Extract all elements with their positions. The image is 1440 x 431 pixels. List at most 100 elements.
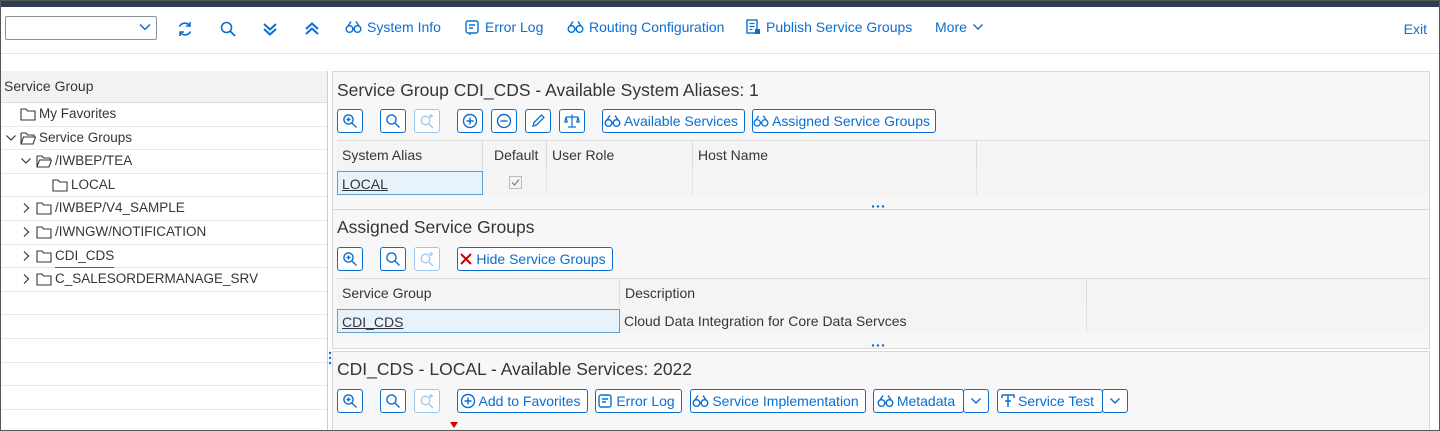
metadata-button[interactable]: Metadata [873, 389, 964, 413]
collapse-all-icon[interactable] [301, 18, 323, 40]
zoom-in-icon [343, 252, 357, 266]
metadata-label: Metadata [896, 393, 956, 409]
chevron-down-icon [971, 398, 981, 404]
routing-config-label: Routing Configuration [589, 19, 725, 35]
column-header-user-role[interactable]: User Role [547, 141, 693, 170]
column-header-host-name[interactable]: Host Name [693, 141, 977, 170]
folder-icon [36, 202, 52, 215]
zoom-in-button[interactable] [337, 389, 363, 413]
column-header-description[interactable]: Description [620, 279, 1087, 308]
description-cell: Cloud Data Integration for Core Data Ser… [620, 309, 1087, 333]
system-info-button[interactable]: System Info [345, 19, 441, 35]
search-next-button[interactable] [414, 247, 440, 271]
tree-item-my-favorites[interactable]: My Favorites [1, 103, 327, 127]
error-log-button[interactable]: Error Log [464, 19, 543, 35]
system-alias-link[interactable]: LOCAL [342, 176, 388, 192]
binoculars-icon [345, 21, 362, 33]
system-aliases-title: Service Group CDI_CDS - Available System… [337, 80, 759, 100]
tree-item-label: C_SALESORDERMANAGE_SRV [55, 271, 259, 287]
chevron-right-icon[interactable] [20, 250, 32, 262]
more-menu-button[interactable]: More [935, 19, 984, 35]
checkbox-checked-icon [509, 176, 522, 189]
tree-item-cdi-cds[interactable]: CDI_CDS [1, 245, 327, 269]
service-group-tree: Service Group My Favorites Service Group… [1, 71, 328, 430]
chevron-right-icon[interactable] [20, 226, 32, 238]
splitter-handle[interactable] [871, 344, 885, 347]
tree-empty-row [1, 410, 327, 430]
binoculars-icon [604, 115, 621, 127]
service-test-icon [1001, 394, 1015, 407]
details-panel: Service Group CDI_CDS - Available System… [332, 71, 1430, 430]
search-button[interactable] [380, 247, 406, 271]
service-implementation-button[interactable]: Service Implementation [690, 389, 866, 413]
assigned-service-groups-label: Assigned Service Groups [772, 113, 930, 129]
tree-item-local[interactable]: LOCAL [1, 174, 327, 198]
tree-item-c-salesordermanage-srv[interactable]: C_SALESORDERMANAGE_SRV [1, 268, 327, 292]
host-name-cell [693, 171, 977, 195]
table-row[interactable]: LOCAL [337, 171, 483, 195]
folder-icon [20, 108, 36, 121]
zoom-in-button[interactable] [337, 247, 363, 271]
chevron-down-icon[interactable] [5, 132, 17, 144]
expand-all-icon[interactable] [259, 18, 281, 40]
assigned-service-groups-title: Assigned Service Groups [337, 217, 535, 237]
search-icon[interactable] [217, 18, 239, 40]
assigned-service-groups-button[interactable]: Assigned Service Groups [752, 109, 936, 133]
chevron-right-icon[interactable] [20, 202, 32, 214]
chevron-down-icon[interactable] [20, 155, 32, 167]
refresh-icon[interactable] [174, 18, 196, 40]
service-test-button[interactable]: Service Test [997, 389, 1103, 413]
system-aliases-section: Service Group CDI_CDS - Available System… [332, 71, 1430, 210]
tree-item-service-groups[interactable]: Service Groups [1, 127, 327, 151]
available-services-button[interactable]: Available Services [602, 109, 745, 133]
column-header-default[interactable]: Default [483, 141, 547, 170]
routing-config-button[interactable]: Routing Configuration [567, 19, 724, 35]
service-group-link[interactable]: CDI_CDS [342, 314, 403, 330]
hide-service-groups-label: Hide Service Groups [476, 251, 606, 267]
command-field[interactable] [5, 16, 157, 40]
system-info-label: System Info [367, 19, 441, 35]
column-header-service-group[interactable]: Service Group [337, 279, 620, 308]
exit-button[interactable]: Exit [1404, 21, 1427, 37]
binoculars-icon [692, 395, 709, 407]
folder-icon [36, 250, 52, 263]
search-button[interactable] [380, 389, 406, 413]
more-label: More [935, 19, 967, 35]
splitter-handle[interactable] [871, 205, 885, 208]
tree-empty-row [1, 339, 327, 363]
remove-button[interactable] [491, 109, 517, 133]
service-test-dropdown-button[interactable] [1102, 389, 1128, 413]
search-next-icon [420, 114, 434, 129]
tree-empty-row [1, 292, 327, 316]
chevron-down-icon [1110, 398, 1120, 404]
sort-indicator-icon [450, 422, 458, 428]
search-icon [386, 114, 400, 128]
tree-header: Service Group [1, 71, 327, 103]
tree-item-iwbep-v4-sample[interactable]: /IWBEP/V4_SAMPLE [1, 197, 327, 221]
zoom-in-button[interactable] [337, 109, 363, 133]
default-cell [483, 171, 547, 195]
chevron-right-icon[interactable] [20, 273, 32, 285]
publish-service-groups-button[interactable]: Publish Service Groups [746, 19, 912, 35]
compare-button[interactable] [559, 109, 585, 133]
tree-item-iwbep-tea[interactable]: /IWBEP/TEA [1, 150, 327, 174]
error-log-button[interactable]: Error Log [595, 389, 682, 413]
search-button[interactable] [380, 109, 406, 133]
tree-item-iwngw-notification[interactable]: /IWNGW/NOTIFICATION [1, 221, 327, 245]
column-header-system-alias[interactable]: System Alias [337, 141, 483, 170]
hide-service-groups-button[interactable]: Hide Service Groups [457, 247, 613, 271]
user-role-cell [547, 171, 693, 195]
binoculars-icon [877, 395, 894, 407]
tree-item-label: My Favorites [39, 106, 117, 121]
table-row[interactable]: CDI_CDS [337, 309, 620, 333]
search-next-button[interactable] [414, 109, 440, 133]
error-log-icon [465, 20, 479, 35]
edit-button[interactable] [525, 109, 551, 133]
zoom-in-icon [343, 114, 357, 128]
available-services-section: CDI_CDS - LOCAL - Available Services: 20… [332, 351, 1430, 430]
service-implementation-label: Service Implementation [712, 393, 859, 409]
add-button[interactable] [457, 109, 483, 133]
add-to-favorites-button[interactable]: Add to Favorites [457, 389, 588, 413]
metadata-dropdown-button[interactable] [963, 389, 989, 413]
search-next-button[interactable] [414, 389, 440, 413]
